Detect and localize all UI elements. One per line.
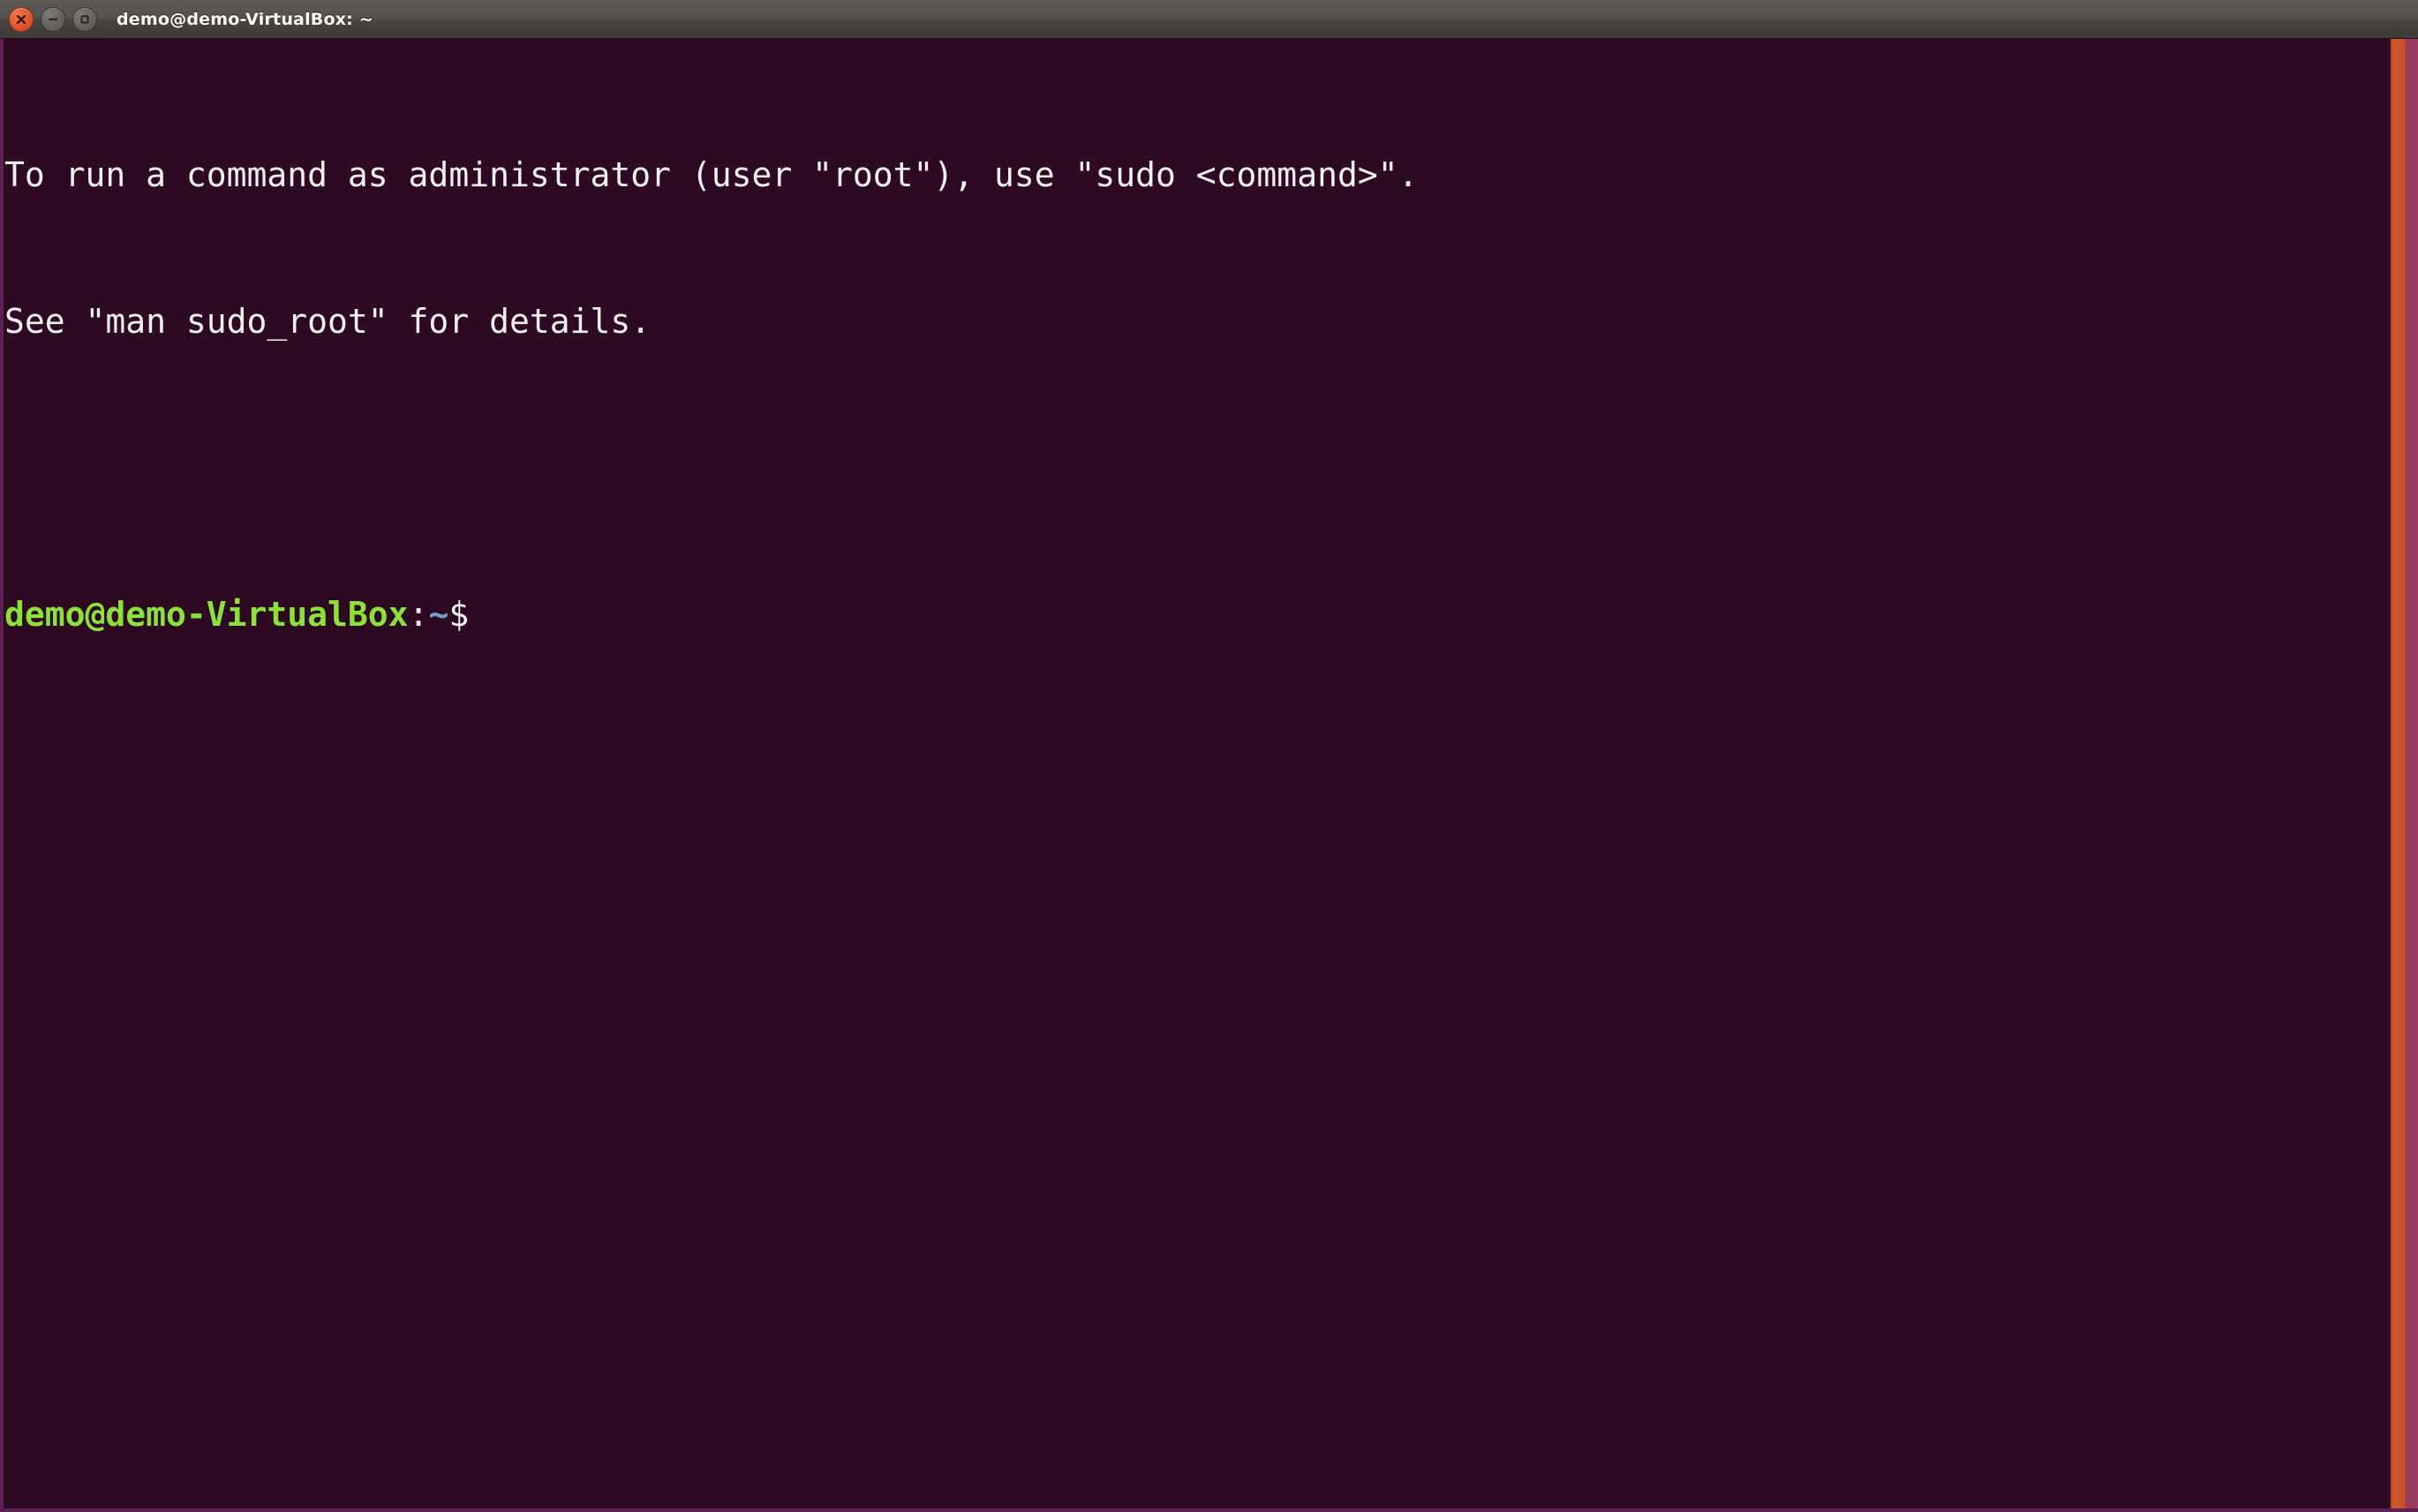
prompt-path: ~: [428, 594, 449, 634]
prompt-symbol: $: [448, 594, 470, 634]
terminal-window: demo@demo-VirtualBox: ~ To run a command…: [0, 0, 2418, 1512]
window-title: demo@demo-VirtualBox: ~: [117, 9, 373, 29]
prompt-user-host: demo@demo-VirtualBox: [4, 594, 409, 634]
maximize-button[interactable]: [72, 6, 97, 32]
minimize-icon: [47, 13, 59, 26]
minimize-button[interactable]: [41, 6, 65, 32]
window-controls: [9, 6, 97, 32]
terminal-output-line: See "man sudo_root" for details.: [4, 301, 652, 341]
maximize-icon: [79, 13, 91, 26]
prompt-separator: :: [408, 594, 429, 634]
terminal-prompt-line[interactable]: demo@demo-VirtualBox:~$: [4, 594, 2418, 634]
close-button[interactable]: [9, 6, 34, 32]
terminal-scrollbar[interactable]: [2378, 39, 2418, 1508]
scrollbar-thumb[interactable]: [2391, 39, 2406, 1508]
terminal-body[interactable]: To run a command as administrator (user …: [0, 39, 2418, 1512]
terminal-screen[interactable]: To run a command as administrator (user …: [4, 39, 2418, 1508]
close-icon: [15, 13, 27, 26]
window-titlebar[interactable]: demo@demo-VirtualBox: ~: [0, 0, 2418, 39]
terminal-output-line: To run a command as administrator (user …: [4, 154, 1419, 194]
